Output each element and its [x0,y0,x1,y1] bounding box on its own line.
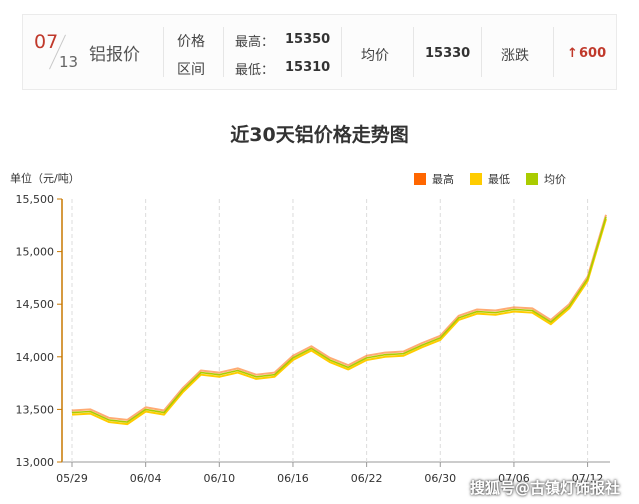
y-tick-label: 14,000 [16,351,55,364]
watermark: 搜狐号@古镇灯饰报社 [470,479,621,497]
y-tick-label: 15,000 [16,246,55,259]
x-tick-label: 06/16 [277,472,309,485]
y-tick-label: 15,500 [16,193,55,206]
y-tick-label: 13,500 [16,403,55,416]
x-tick-label: 05/29 [56,472,88,485]
series-line-3 [71,216,607,423]
x-tick-label: 06/22 [351,472,383,485]
series-line-2 [71,218,607,426]
series-line-1 [71,214,607,421]
y-tick-label: 13,000 [16,456,55,469]
x-tick-label: 06/10 [203,472,235,485]
x-tick-label: 06/04 [130,472,162,485]
x-tick-label: 06/30 [424,472,456,485]
y-tick-label: 14,500 [16,298,55,311]
line-chart: 13,000 13,500 14,000 14,500 15,000 15,500 05/2… [16,193,610,485]
